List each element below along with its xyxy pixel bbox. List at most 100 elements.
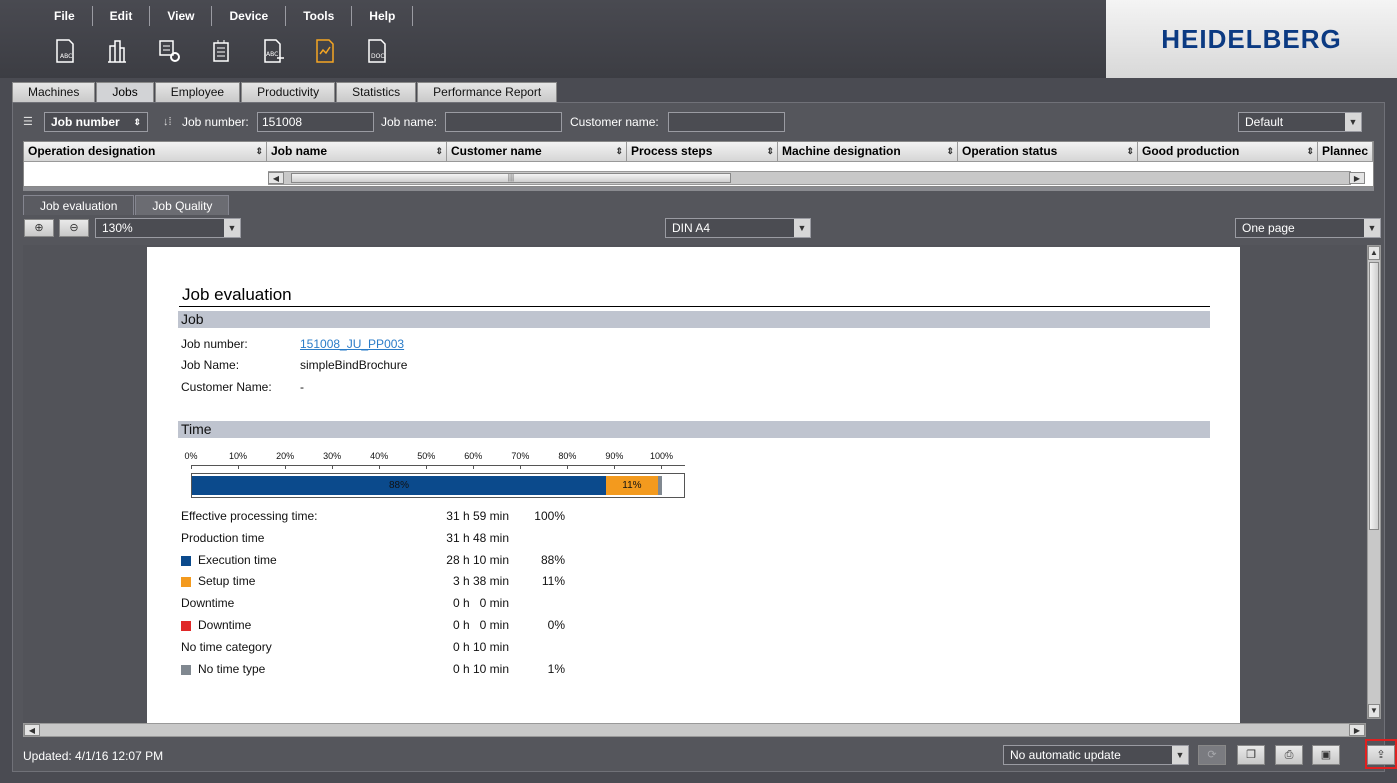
- device-report-button[interactable]: [206, 36, 236, 66]
- menu-view[interactable]: View: [150, 6, 213, 26]
- save-button[interactable]: ▣: [1312, 745, 1340, 765]
- filter-sort-icon: ↓⁞: [163, 116, 172, 128]
- time-row-duration: 0 h 0 min: [452, 596, 509, 610]
- tab-job-quality[interactable]: Job Quality: [135, 195, 230, 215]
- time-row-percent: 1%: [547, 662, 565, 676]
- job-number-link[interactable]: 151008_JU_PP003: [300, 337, 404, 351]
- tick-label: 80%: [558, 451, 577, 461]
- tab-productivity[interactable]: Productivity: [241, 82, 336, 102]
- tab-performance-report[interactable]: Performance Report: [417, 82, 558, 102]
- time-row-label: Setup time: [198, 574, 256, 588]
- tab-job-evaluation[interactable]: Job evaluation: [23, 195, 135, 215]
- doc-report-button[interactable]: DOC: [362, 36, 392, 66]
- tick-mark: [661, 465, 663, 469]
- sort-icon: ⇕: [435, 146, 443, 156]
- time-row-duration: 0 h 10 min: [452, 662, 509, 676]
- menu-edit[interactable]: Edit: [93, 6, 151, 26]
- filter-bar: ☰ Job number ⇕ ↓⁞ Job number: 151008 Job…: [23, 112, 1373, 134]
- tab-statistics[interactable]: Statistics: [336, 82, 417, 102]
- tab-machines[interactable]: Machines: [12, 82, 96, 102]
- column-job-name[interactable]: Job name ⇕: [267, 142, 447, 162]
- preview-vertical-scrollbar[interactable]: ▲ ▼: [1367, 245, 1381, 719]
- tick-mark: [473, 465, 475, 469]
- menu-device[interactable]: Device: [212, 6, 287, 26]
- brand-logo: HEIDELBERG: [1106, 0, 1397, 78]
- auto-update-select[interactable]: No automatic update ▼: [1003, 745, 1189, 765]
- sort-icon: ⇕: [615, 146, 623, 156]
- chevron-down-icon: ▼: [1345, 113, 1361, 131]
- scroll-up-icon[interactable]: ▲: [1368, 246, 1380, 260]
- column-good-production[interactable]: Good production ⇕: [1138, 142, 1318, 162]
- job-number-input[interactable]: 151008: [257, 112, 374, 132]
- tick-mark: [332, 465, 334, 469]
- scroll-thumb[interactable]: |||: [291, 173, 731, 183]
- menu-file[interactable]: File: [40, 6, 93, 26]
- time-row-label: Downtime: [181, 596, 235, 610]
- page-mode-select[interactable]: One page ▼: [1235, 218, 1381, 238]
- scroll-down-icon[interactable]: ▼: [1368, 704, 1380, 718]
- scroll-thumb[interactable]: [1369, 262, 1379, 530]
- column-process-steps[interactable]: Process steps ⇕: [627, 142, 778, 162]
- menu-tools[interactable]: Tools: [286, 6, 353, 26]
- scroll-left-icon[interactable]: ◀: [24, 724, 40, 736]
- machine-report-button[interactable]: [102, 36, 132, 66]
- jobs-grid: Operation designation ⇕ Job name ⇕ Custome…: [23, 141, 1374, 187]
- zoom-in-button[interactable]: ⊕: [24, 219, 54, 237]
- tick-label: 60%: [464, 451, 483, 461]
- bar-segment: 11%: [606, 476, 658, 495]
- time-row-duration: 28 h 10 min: [446, 553, 509, 567]
- tick-label: 100%: [649, 451, 673, 461]
- scroll-left-icon[interactable]: ◀: [268, 172, 284, 184]
- arrow-report-icon: ABC: [264, 39, 284, 63]
- zoom-in-icon: ⊕: [34, 222, 44, 234]
- tick-mark: [379, 465, 381, 469]
- job-report-button[interactable]: ABC: [50, 36, 80, 66]
- table-row[interactable]: [24, 162, 1373, 170]
- column-machine-designation[interactable]: Machine designation ⇕: [778, 142, 958, 162]
- arrow-report-button[interactable]: ABC: [258, 36, 288, 66]
- chevron-down-icon: ▼: [1172, 746, 1188, 764]
- highlight-box: [1365, 739, 1397, 769]
- customer-name-input[interactable]: [668, 112, 785, 132]
- settings-report-button[interactable]: [154, 36, 184, 66]
- print-icon: ⎙: [1284, 749, 1294, 761]
- menu-help[interactable]: Help: [352, 6, 414, 26]
- scroll-right-icon[interactable]: ▶: [1349, 172, 1365, 184]
- job-name-input[interactable]: [445, 112, 562, 132]
- evaluation-report-button[interactable]: [310, 36, 340, 66]
- tab-employee[interactable]: Employee: [154, 82, 241, 102]
- job-section-header: Job: [178, 311, 1210, 328]
- time-row-duration: 0 h 0 min: [452, 618, 509, 632]
- panel-splitter[interactable]: [23, 187, 1374, 191]
- refresh-button[interactable]: ⟳: [1198, 745, 1226, 765]
- column-operation-designation[interactable]: Operation designation ⇕: [24, 142, 267, 162]
- save-icon: ▣: [1320, 749, 1332, 761]
- bar-frame: 88% 11%: [191, 473, 685, 498]
- profile-select[interactable]: Default ▼: [1238, 112, 1362, 132]
- job-name-label: Job name:: [381, 115, 438, 129]
- tick-label: 0%: [184, 451, 198, 461]
- updated-timestamp: Updated: 4/1/16 12:07 PM: [23, 749, 164, 763]
- scroll-right-icon[interactable]: ▶: [1349, 724, 1365, 736]
- tab-jobs[interactable]: Jobs: [96, 82, 154, 102]
- column-operation-status[interactable]: Operation status ⇕: [958, 142, 1138, 162]
- zoom-out-button[interactable]: ⊖: [59, 219, 89, 237]
- column-planned[interactable]: Plannec: [1318, 142, 1373, 162]
- time-section-header: Time: [178, 421, 1210, 438]
- copy-button[interactable]: ❐: [1237, 745, 1265, 765]
- zoom-select[interactable]: 130% ▼: [95, 218, 241, 238]
- report-preview[interactable]: Job evaluation Job Job number: 151008_JU…: [23, 245, 1366, 723]
- grid-horizontal-scrollbar[interactable]: |||: [268, 171, 1351, 185]
- paper-size-select[interactable]: DIN A4 ▼: [665, 218, 811, 238]
- tree-view-icon[interactable]: ☰: [23, 112, 33, 132]
- sort-icon: ⇕: [1126, 146, 1134, 156]
- column-customer-name[interactable]: Customer name ⇕: [447, 142, 627, 162]
- search-by-select[interactable]: Job number ⇕: [44, 112, 148, 132]
- main-tabs: Machines Jobs Employee Productivity Stat…: [12, 82, 558, 102]
- print-button[interactable]: ⎙: [1275, 745, 1303, 765]
- preview-horizontal-scrollbar[interactable]: ◀ ▶: [23, 723, 1366, 737]
- time-row-duration: 31 h 48 min: [446, 531, 509, 545]
- tick-label: 40%: [370, 451, 389, 461]
- device-report-icon: [213, 40, 229, 62]
- tick-label: 10%: [229, 451, 248, 461]
